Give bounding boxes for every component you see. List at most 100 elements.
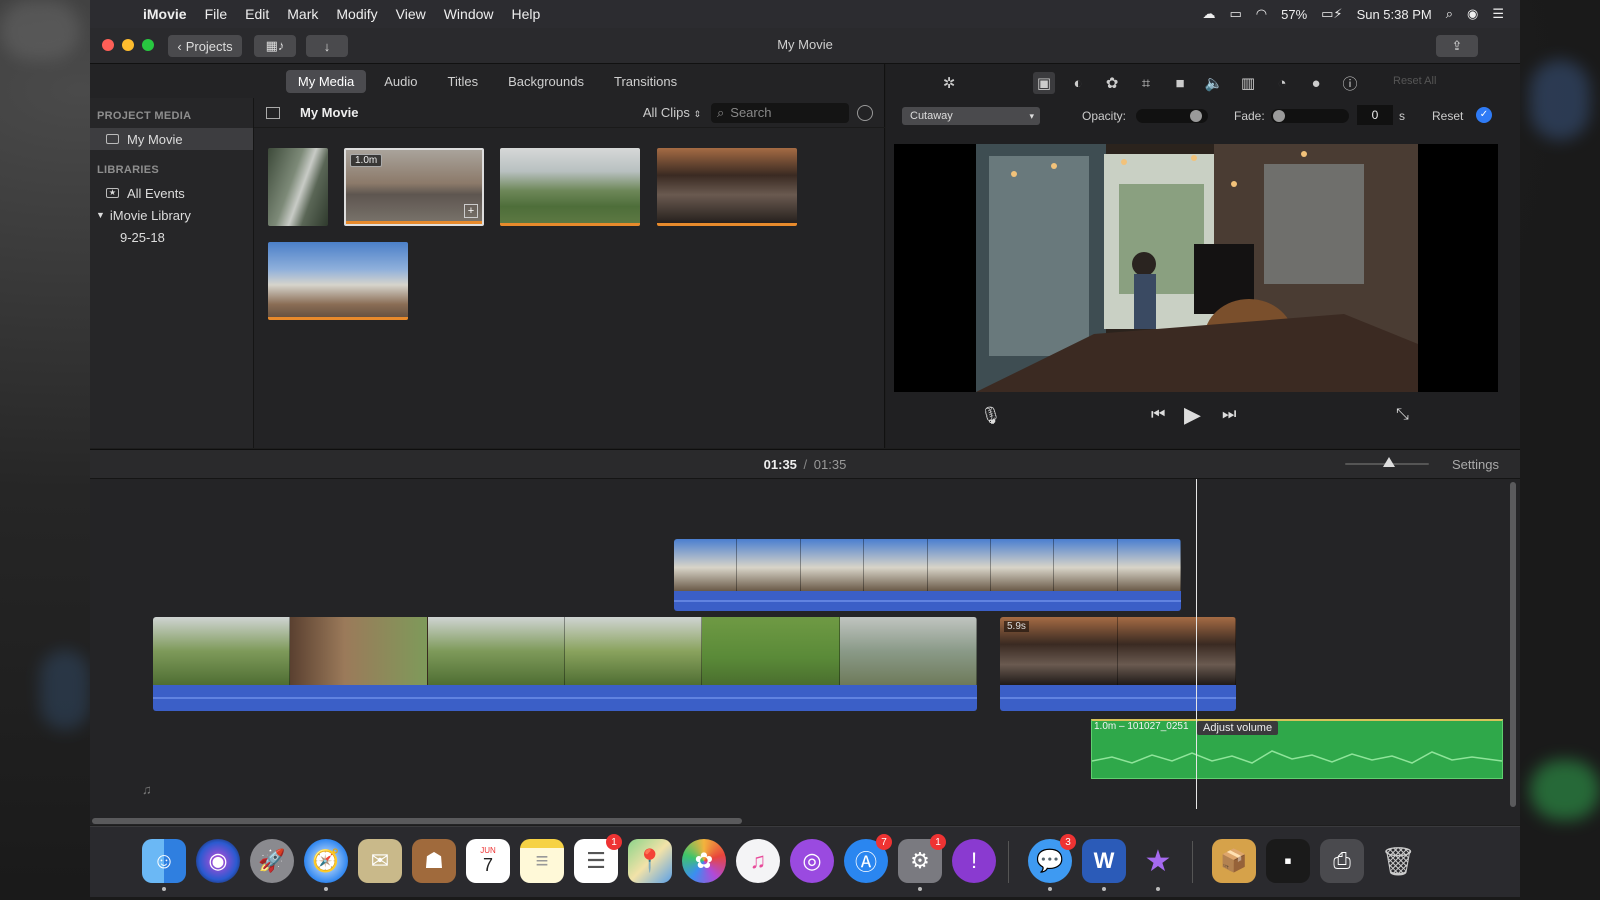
sidebar-item-imovie-library[interactable]: ▼ iMovie Library [90,204,253,226]
imovie-icon[interactable]: ★ [1136,839,1180,891]
menu-imovie[interactable]: iMovie [134,6,196,22]
tab-titles[interactable]: Titles [436,70,491,93]
background-audio-clip[interactable]: 1.0m – 101027_0251 [1091,719,1503,779]
checkmark-icon[interactable]: ✓ [1476,107,1492,123]
clock[interactable]: Sun 5:38 PM [1357,7,1432,22]
clips-filter-dropdown[interactable]: All Clips ⇕ [643,105,701,120]
battery-icon[interactable]: ▭⚡ [1321,6,1342,22]
volume-icon[interactable]: 🔈 [1203,72,1225,94]
menu-mark[interactable]: Mark [278,6,327,22]
reminders-icon[interactable]: ☰ 1 [574,834,622,883]
messages-icon[interactable]: 💬 3 [1028,834,1076,891]
menu-edit[interactable]: Edit [236,6,278,22]
opacity-slider[interactable] [1136,109,1208,123]
speed-icon[interactable]: ◔ [1271,72,1293,94]
tab-backgrounds[interactable]: Backgrounds [496,70,596,93]
media-thumbnail[interactable] [268,148,328,226]
tab-audio[interactable]: Audio [372,70,429,93]
sidebar-item-all-events[interactable]: ★ All Events [90,182,253,204]
cutaway-clip[interactable] [674,539,1181,611]
media-thumbnail[interactable]: 1.0m + [344,148,484,226]
tab-transitions[interactable]: Transitions [602,70,689,93]
siri-dock-icon[interactable]: ◉ [196,839,240,883]
media-thumbnail[interactable] [657,148,797,226]
fade-slider[interactable] [1271,109,1349,123]
color-correction-icon[interactable]: ✿ [1101,72,1123,94]
menu-window[interactable]: Window [435,6,503,22]
video-overlay-icon[interactable]: ▣ [1033,72,1055,94]
fullscreen-icon[interactable]: ⤡ [1396,406,1409,424]
timeline-vertical-scrollbar[interactable] [1510,482,1516,807]
contacts-icon[interactable]: ☗ [412,839,456,883]
sidebar-item-my-movie[interactable]: My Movie [90,128,253,150]
timeline-zoom-slider[interactable] [1345,457,1429,467]
podcasts-icon[interactable]: ◎ [790,839,834,883]
archive-utility-icon[interactable]: 📦 [1212,839,1256,883]
skip-forward-icon[interactable]: ⏭ [1222,406,1236,424]
notes-icon[interactable]: ≡ [520,839,564,883]
sidebar-item-event[interactable]: 9-25-18 [90,226,253,248]
creative-cloud-icon[interactable]: ☁ [1202,6,1215,22]
info-icon[interactable]: ⓘ [1339,72,1361,94]
video-preview[interactable] [894,144,1498,392]
settings-gear-icon[interactable] [857,104,873,121]
microphone-icon[interactable]: 🎙 [980,406,1002,426]
chevron-updown-icon: ⇕ [693,109,701,119]
siri-icon[interactable]: ◉ [1467,6,1478,22]
color-balance-icon[interactable]: ◐ [1067,72,1089,94]
image-capture-icon[interactable]: ⎙ [1320,839,1364,883]
menu-modify[interactable]: Modify [327,6,386,22]
opacity-slider-knob[interactable] [1190,110,1202,122]
menu-help[interactable]: Help [503,6,550,22]
app-store-icon[interactable]: Ⓐ 7 [844,834,892,883]
wifi-icon[interactable]: ◠ [1256,6,1267,22]
finder-icon[interactable]: ☺ [142,839,186,891]
launchpad-icon[interactable]: 🚀 [250,839,294,883]
magic-wand-icon[interactable]: ✲ [938,72,960,94]
audio-clip-label: 1.0m – 101027_0251 [1094,721,1189,732]
share-button[interactable]: ⇪ [1436,35,1478,57]
fade-value-field[interactable]: 0 [1357,105,1393,125]
clip-filter-icon[interactable]: ● [1305,72,1327,94]
reset-all-button[interactable]: Reset All [1393,75,1436,87]
trash-icon[interactable]: 🗑 [1376,839,1420,883]
playhead[interactable] [1196,479,1197,809]
zoom-slider-knob[interactable] [1383,457,1395,467]
search-field[interactable]: ⌕ Search [711,102,849,123]
disclosure-triangle-icon[interactable]: ▼ [96,210,105,220]
mail-icon[interactable]: ✉ [358,839,402,883]
skip-back-icon[interactable]: ⏮ [1151,406,1165,424]
itunes-icon[interactable]: ♫ [736,839,780,883]
photos-icon[interactable]: ✿ [682,839,726,883]
stabilization-icon[interactable]: ■ [1169,72,1191,94]
notification-center-icon[interactable]: ☰ [1492,6,1504,22]
play-icon[interactable]: ▶ [1184,402,1201,428]
maps-icon[interactable]: 📍 [628,839,672,883]
add-clip-icon[interactable]: + [464,204,478,218]
menu-view[interactable]: View [387,6,435,22]
airplay-icon[interactable]: ▭ [1229,6,1241,22]
system-preferences-icon[interactable]: ⚙ 1 [898,834,946,891]
spotlight-search-icon[interactable]: ⌕ [1446,6,1453,22]
cafe-video-clip[interactable]: 5.9s [1000,617,1236,711]
fade-slider-knob[interactable] [1273,110,1285,122]
sidebar-toggle-icon[interactable] [266,106,280,119]
dock-separator [1008,841,1009,883]
media-thumbnail[interactable] [500,148,640,226]
safari-icon[interactable]: 🧭 [304,839,348,891]
screen-recording-icon[interactable]: ▪ [1266,839,1310,883]
menu-file[interactable]: File [196,6,237,22]
media-thumbnail[interactable] [268,242,408,320]
calendar-icon[interactable]: JUN 7 [466,839,510,883]
microsoft-word-icon[interactable]: W [1082,839,1126,891]
primary-video-clip[interactable] [153,617,977,711]
equalizer-icon[interactable]: ▥ [1237,72,1259,94]
timeline-settings-button[interactable]: Settings [1452,457,1499,472]
feedback-assistant-icon[interactable]: ! [952,839,996,883]
crop-icon[interactable]: ⌗ [1135,72,1157,94]
music-note-icon: ♫ [142,782,152,797]
tab-my-media[interactable]: My Media [285,69,367,93]
reset-button[interactable]: Reset [1432,109,1463,123]
overlay-mode-dropdown[interactable]: Cutaway ▾ [902,107,1040,125]
timeline-horizontal-scrollbar[interactable] [92,818,742,824]
